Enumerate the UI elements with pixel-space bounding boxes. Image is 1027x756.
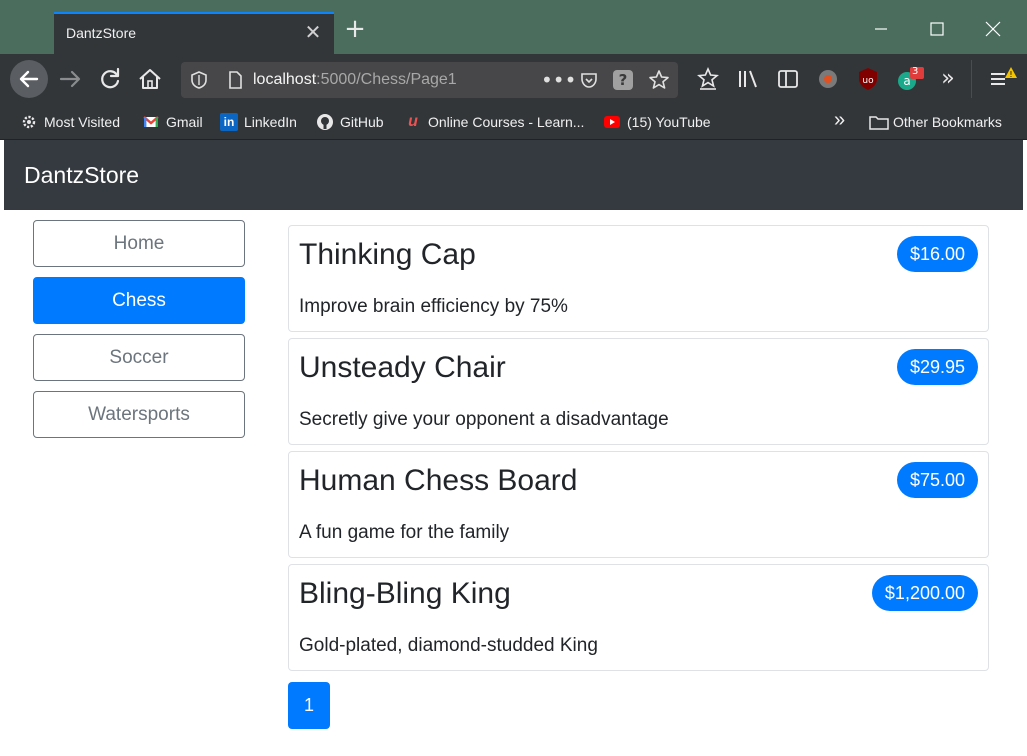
category-watersports-button[interactable]: Watersports (33, 391, 245, 438)
folder-icon (869, 113, 889, 131)
page-content: DantzStore Home Chess Soccer Watersports… (4, 140, 1023, 756)
browser-tab[interactable]: DantzStore ✕ (54, 12, 334, 54)
udemy-icon: u (408, 113, 418, 130)
svg-text:!: ! (1009, 70, 1012, 79)
pocket-icon[interactable] (579, 70, 599, 94)
bookmark-gmail[interactable]: Gmail (142, 113, 203, 131)
price-badge: $16.00 (896, 236, 978, 272)
url-host: localhost (253, 71, 317, 88)
forward-arrow-icon[interactable] (54, 63, 86, 95)
shield-icon[interactable] (189, 70, 209, 94)
page-info-icon[interactable] (225, 70, 245, 94)
category-home-button[interactable]: Home (33, 220, 245, 267)
linkedin-icon: in (220, 113, 238, 131)
bookmark-github[interactable]: GitHub (316, 113, 384, 131)
svg-text:a: a (903, 74, 910, 88)
price-badge: $1,200.00 (871, 575, 978, 611)
overflow-chevron-icon[interactable]: » (932, 63, 964, 95)
page-actions-icon[interactable]: ••• (541, 68, 576, 92)
tab-close-icon[interactable]: ✕ (302, 21, 324, 43)
price-badge: $29.95 (896, 349, 978, 385)
home-icon[interactable] (134, 63, 166, 95)
product-description: Gold-plated, diamond-studded King (299, 635, 598, 656)
product-name: Human Chess Board (299, 464, 578, 497)
product-name: Thinking Cap (299, 238, 476, 271)
gear-icon (20, 113, 38, 131)
extension-a-icon[interactable]: a 3 (892, 63, 924, 95)
youtube-icon (603, 113, 621, 131)
ublock-icon[interactable]: uo (852, 63, 884, 95)
menu-icon[interactable]: ! (984, 63, 1017, 95)
bookmark-label: Online Courses - Learn... (428, 114, 585, 130)
minimize-icon[interactable] (866, 14, 896, 44)
brand-title: DantzStore (24, 162, 140, 188)
extension-puzzle-icon[interactable] (812, 63, 844, 95)
product-description: A fun game for the family (299, 522, 510, 543)
url-path: :5000/Chess/Page1 (316, 71, 457, 88)
back-arrow-icon[interactable] (10, 60, 48, 98)
site-header: DantzStore (4, 140, 1023, 210)
bookmark-label: Other Bookmarks (893, 114, 1002, 130)
product-description: Secretly give your opponent a disadvanta… (299, 409, 669, 430)
bookmark-label: (15) YouTube (627, 114, 711, 130)
reload-icon[interactable] (94, 63, 126, 95)
url-text: localhost:5000/Chess/Page1 (253, 71, 457, 89)
product-card: Bling-Bling King $1,200.00 Gold-plated, … (288, 564, 989, 671)
bookmark-label: Most Visited (44, 114, 120, 130)
svg-text:uo: uo (862, 76, 874, 86)
bookmark-youtube[interactable]: (15) YouTube (603, 113, 711, 131)
new-tab-icon[interactable]: + (342, 16, 368, 42)
gmail-icon (142, 113, 160, 131)
extension-badge: 3 (912, 66, 919, 77)
address-bar[interactable]: localhost:5000/Chess/Page1 ••• ? (181, 62, 678, 98)
browser-toolbar: localhost:5000/Chess/Page1 ••• ? uo a 3 … (0, 54, 1027, 104)
product-name: Bling-Bling King (299, 577, 511, 610)
product-description: Improve brain efficiency by 75% (299, 296, 568, 317)
bookmark-online-courses[interactable]: u Online Courses - Learn... (404, 113, 584, 131)
bookmark-label: GitHub (340, 114, 384, 130)
price-badge: $75.00 (896, 462, 978, 498)
product-card: Unsteady Chair $29.95 Secretly give your… (288, 338, 989, 445)
bookmark-star-icon[interactable] (648, 69, 670, 95)
reading-list-star-icon[interactable] (692, 63, 724, 95)
tab-title: DantzStore (66, 25, 137, 41)
bookmarks-overflow-icon[interactable]: » (834, 109, 845, 132)
help-extension-icon[interactable]: ? (613, 70, 633, 90)
pagination-page-1-button[interactable]: 1 (288, 682, 330, 729)
window-close-icon[interactable] (978, 14, 1008, 44)
library-icon[interactable] (732, 63, 764, 95)
bookmarks-bar: Most Visited Gmail in LinkedIn GitHub u … (0, 104, 1027, 140)
product-card: Thinking Cap $16.00 Improve brain effici… (288, 225, 989, 332)
toolbar-divider (971, 60, 972, 98)
product-name: Unsteady Chair (299, 351, 506, 384)
bookmark-linkedin[interactable]: in LinkedIn (220, 113, 297, 131)
window-titlebar: DantzStore ✕ + (0, 0, 1027, 54)
product-card: Human Chess Board $75.00 A fun game for … (288, 451, 989, 558)
category-chess-button[interactable]: Chess (33, 277, 245, 324)
bookmark-label: LinkedIn (244, 114, 297, 130)
github-icon (316, 113, 334, 131)
bookmark-most-visited[interactable]: Most Visited (20, 113, 120, 131)
category-soccer-button[interactable]: Soccer (33, 334, 245, 381)
bookmark-other-bookmarks[interactable]: Other Bookmarks (869, 113, 1002, 131)
maximize-icon[interactable] (922, 14, 952, 44)
sidebar-icon[interactable] (772, 63, 804, 95)
bookmark-label: Gmail (166, 114, 203, 130)
